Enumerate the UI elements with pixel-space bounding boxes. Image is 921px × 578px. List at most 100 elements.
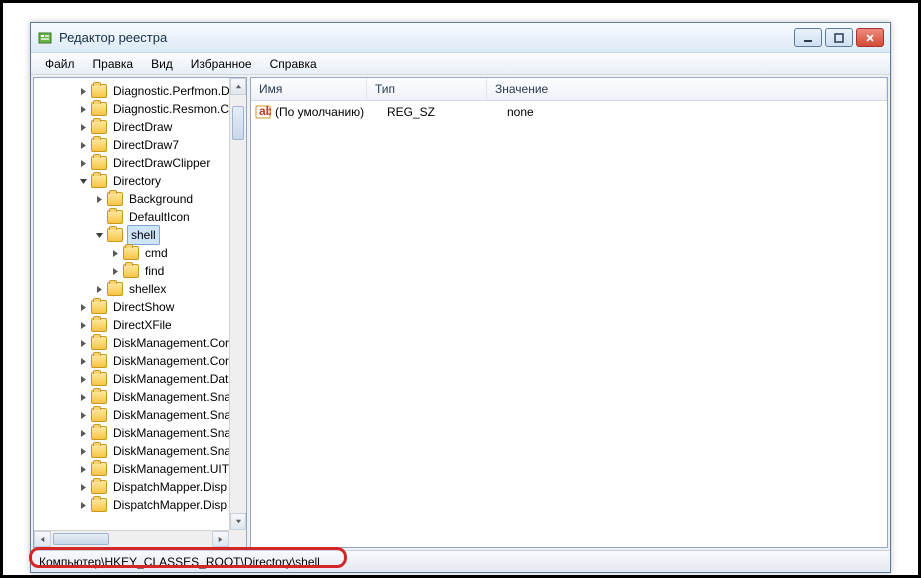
tree-node[interactable]: DirectXFile (38, 316, 229, 334)
collapse-icon[interactable] (94, 230, 105, 241)
column-value[interactable]: Значение (487, 78, 887, 100)
expand-icon[interactable] (78, 86, 89, 97)
menu-view[interactable]: Вид (143, 55, 181, 73)
expand-icon[interactable] (78, 104, 89, 115)
expand-icon[interactable] (78, 122, 89, 133)
tree-scroll-area[interactable]: Diagnostic.Perfmon.DDiagnostic.Resmon.CD… (34, 78, 229, 530)
folder-icon (123, 264, 139, 278)
folder-icon (91, 408, 107, 422)
value-row[interactable]: ab(По умолчанию)REG_SZnone (251, 103, 887, 121)
tree-node[interactable]: DefaultIcon (38, 208, 229, 226)
menu-favorites[interactable]: Избранное (183, 55, 260, 73)
tree-vertical-scrollbar[interactable] (229, 78, 246, 530)
column-name[interactable]: Имя (251, 78, 367, 100)
column-headers: Имя Тип Значение (251, 78, 887, 101)
tree-node-label: DirectDraw7 (111, 136, 181, 154)
expand-icon[interactable] (78, 446, 89, 457)
tree-node-label: DirectXFile (111, 316, 174, 334)
scroll-thumb-vertical[interactable] (232, 106, 244, 140)
expand-icon[interactable] (78, 392, 89, 403)
values-list[interactable]: ab(По умолчанию)REG_SZnone (251, 101, 887, 547)
tree-node[interactable]: DiskManagement.UIT (38, 460, 229, 478)
window-title: Редактор реестра (59, 30, 794, 45)
tree-node[interactable]: DiskManagement.Sna (38, 388, 229, 406)
expand-icon[interactable] (94, 194, 105, 205)
folder-icon (107, 282, 123, 296)
tree-node[interactable]: shell (38, 226, 229, 244)
minimize-button[interactable] (794, 28, 822, 47)
close-button[interactable] (856, 28, 884, 47)
scroll-thumb-horizontal[interactable] (53, 533, 109, 545)
tree-node-label: DiskManagement.Sna (111, 388, 229, 406)
tree-node[interactable]: cmd (38, 244, 229, 262)
expand-icon[interactable] (78, 320, 89, 331)
tree-node[interactable]: DirectShow (38, 298, 229, 316)
expand-icon[interactable] (78, 158, 89, 169)
maximize-button[interactable] (825, 28, 853, 47)
expand-icon[interactable] (78, 140, 89, 151)
expand-icon[interactable] (78, 482, 89, 493)
expand-icon[interactable] (78, 338, 89, 349)
tree-node[interactable]: Background (38, 190, 229, 208)
value-name: (По умолчанию) (275, 105, 387, 119)
tree-horizontal-scrollbar[interactable] (34, 530, 229, 547)
tree-node[interactable]: shellex (38, 280, 229, 298)
menu-edit[interactable]: Правка (85, 55, 142, 73)
tree-node[interactable]: DirectDrawClipper (38, 154, 229, 172)
statusbar: Компьютер\HKEY_CLASSES_ROOT\Directory\sh… (31, 550, 890, 572)
expand-icon[interactable] (78, 356, 89, 367)
tree-node[interactable]: DiskManagement.Cor (38, 334, 229, 352)
expand-icon[interactable] (78, 500, 89, 511)
expand-icon[interactable] (78, 410, 89, 421)
tree-node[interactable]: DiskManagement.Cor (38, 352, 229, 370)
tree-node[interactable]: Directory (38, 172, 229, 190)
tree-node-label: DirectShow (111, 298, 176, 316)
tree-node[interactable]: Diagnostic.Perfmon.D (38, 82, 229, 100)
scroll-corner (229, 530, 246, 547)
folder-icon (91, 390, 107, 404)
expand-icon[interactable] (78, 464, 89, 475)
folder-icon (91, 156, 107, 170)
expand-icon[interactable] (94, 284, 105, 295)
tree-node[interactable]: find (38, 262, 229, 280)
menu-file[interactable]: Файл (37, 55, 83, 73)
column-type[interactable]: Тип (367, 78, 487, 100)
folder-icon (91, 120, 107, 134)
folder-icon (107, 210, 123, 224)
menubar: Файл Правка Вид Избранное Справка (31, 53, 890, 75)
tree-node-label: DispatchMapper.Disp (111, 478, 229, 496)
expand-icon[interactable] (110, 266, 121, 277)
expand-icon[interactable] (78, 428, 89, 439)
svg-text:ab: ab (259, 104, 271, 118)
regedit-icon (37, 30, 53, 46)
tree-node[interactable]: DiskManagement.Dat (38, 370, 229, 388)
tree-node-label: find (143, 262, 166, 280)
no-expand-icon (94, 212, 105, 223)
tree-node-label: shell (127, 225, 160, 245)
tree-node-label: DiskManagement.Cor (111, 352, 229, 370)
tree-node[interactable]: DiskManagement.Sna (38, 442, 229, 460)
expand-icon[interactable] (78, 374, 89, 385)
expand-icon[interactable] (78, 302, 89, 313)
tree-node[interactable]: Diagnostic.Resmon.C (38, 100, 229, 118)
folder-icon (107, 228, 123, 242)
tree-node[interactable]: DirectDraw7 (38, 136, 229, 154)
scroll-up-button[interactable] (230, 78, 246, 95)
menu-help[interactable]: Справка (262, 55, 325, 73)
collapse-icon[interactable] (78, 176, 89, 187)
tree-node[interactable]: DiskManagement.Sna (38, 424, 229, 442)
scroll-down-button[interactable] (230, 513, 246, 530)
scroll-right-button[interactable] (212, 531, 229, 547)
tree-node-label: DispatchMapper.Disp (111, 496, 229, 514)
scroll-left-button[interactable] (34, 531, 51, 547)
tree-node[interactable]: DispatchMapper.Disp (38, 478, 229, 496)
tree-node[interactable]: DirectDraw (38, 118, 229, 136)
folder-icon (91, 426, 107, 440)
tree-node[interactable]: DispatchMapper.Disp (38, 496, 229, 514)
folder-icon (91, 138, 107, 152)
tree-node[interactable]: DiskManagement.Sna (38, 406, 229, 424)
tree-node-label: DiskManagement.Sna (111, 424, 229, 442)
titlebar[interactable]: Редактор реестра (31, 23, 890, 53)
expand-icon[interactable] (110, 248, 121, 259)
tree-node-label: DefaultIcon (127, 208, 192, 226)
